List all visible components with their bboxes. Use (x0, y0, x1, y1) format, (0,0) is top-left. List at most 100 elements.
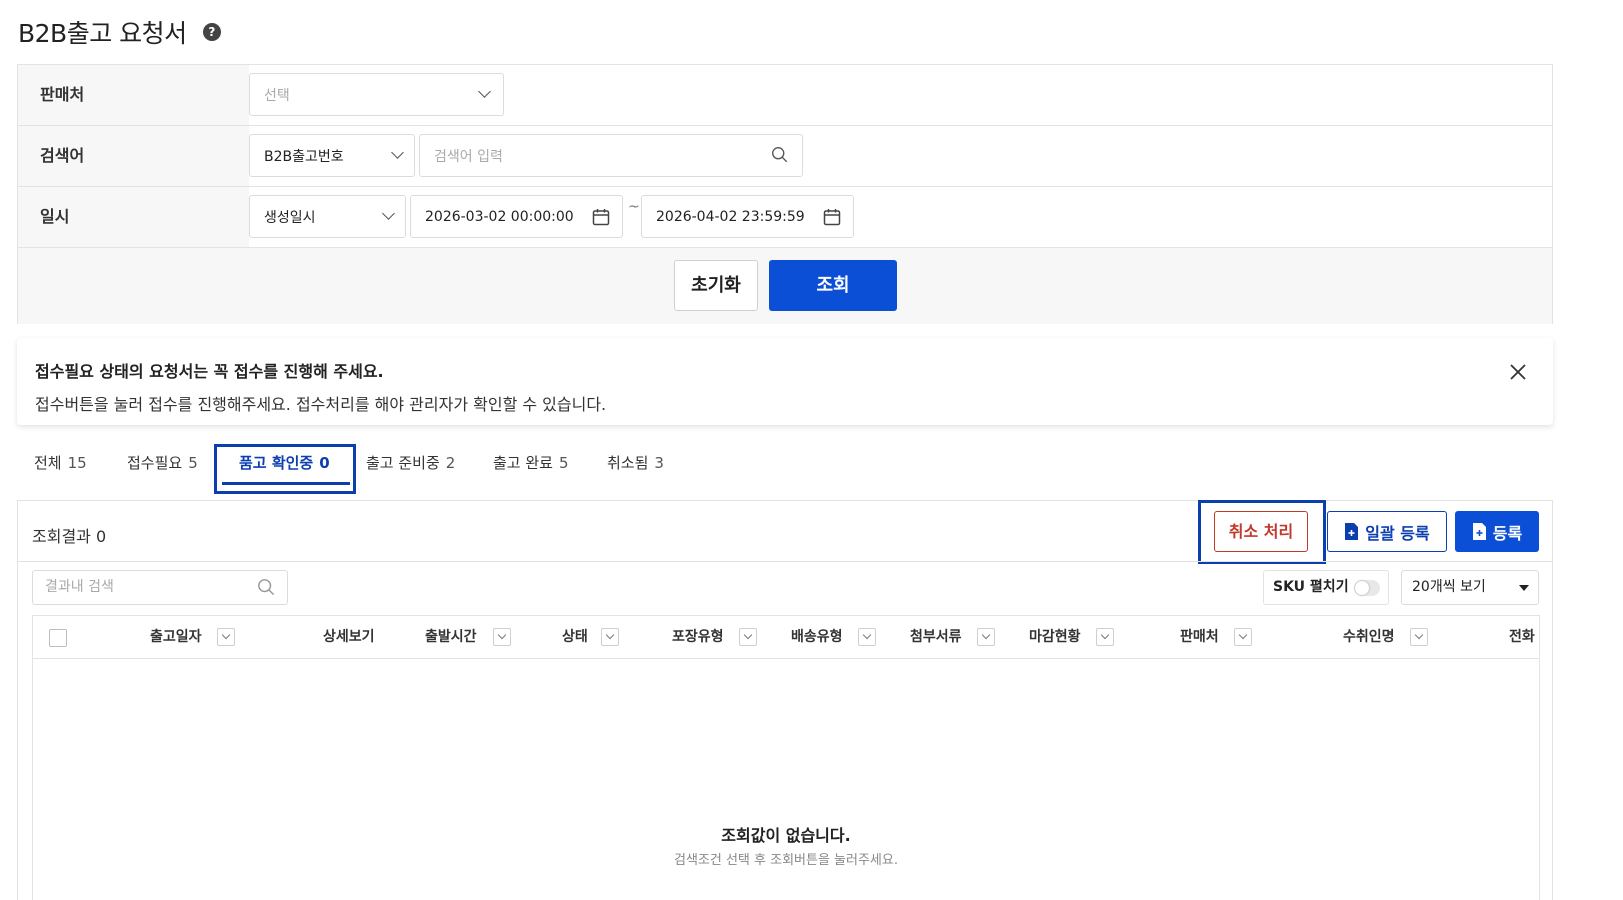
tab-count: 15 (67, 454, 87, 472)
toggle-knob (1355, 581, 1369, 595)
filter-actions: 초기화 조회 (18, 248, 1552, 324)
column-filter-icon[interactable] (217, 628, 235, 646)
tab-all[interactable]: 전체 15 (34, 444, 87, 484)
notice-banner: 접수필요 상태의 요청서는 꼭 접수를 진행해 주세요. 접수버튼을 눌러 접수… (17, 338, 1553, 425)
tab-preparing[interactable]: 출고 준비중 2 (366, 444, 455, 484)
toggle-switch[interactable] (1354, 580, 1380, 596)
tab-label: 출고 완료 (493, 454, 553, 472)
calendar-icon[interactable] (823, 208, 841, 226)
results-count: 조회결과 0 (32, 527, 107, 546)
sku-toggle-label: SKU 펼치기 (1273, 579, 1349, 595)
keyword-type-select[interactable]: B2B출고번호 (249, 134, 415, 177)
keyword-type-value: B2B출고번호 (264, 148, 344, 165)
column-header[interactable]: 배송유형 (791, 616, 843, 659)
column-header[interactable]: 포장유형 (672, 616, 724, 659)
search-button[interactable]: 조회 (769, 260, 897, 311)
select-all-checkbox[interactable] (49, 629, 67, 647)
chevron-down-icon (382, 207, 395, 220)
sku-expand-toggle[interactable]: SKU 펼치기 (1263, 570, 1389, 605)
column-header[interactable]: 판매처 (1180, 616, 1219, 659)
page-size-select[interactable]: 20개씩 보기 (1401, 570, 1539, 605)
column-filter-icon[interactable] (739, 628, 757, 646)
date-from-input[interactable]: 2026-03-02 00:00:00 (410, 195, 623, 238)
tab-active-underline (222, 482, 350, 485)
column-header[interactable]: 출고일자 (150, 616, 202, 659)
notice-body: 접수버튼을 눌러 접수를 진행해주세요. 접수처리를 해야 관리자가 확인할 수… (35, 395, 607, 414)
column-filter-icon[interactable] (601, 628, 619, 646)
filter-row-keyword: 검색어 B2B출고번호 검색어 입력 (18, 126, 1552, 187)
reset-button[interactable]: 초기화 (674, 260, 758, 311)
register-label: 등록 (1492, 523, 1523, 543)
register-button[interactable]: 등록 (1455, 511, 1539, 552)
document-add-icon (1472, 523, 1486, 540)
date-to-input[interactable]: 2026-04-02 23:59:59 (641, 195, 854, 238)
empty-state-title: 조회값이 없습니다. (721, 826, 851, 845)
column-header[interactable]: 상태 (562, 616, 588, 659)
tab-label: 품고 확인중 (239, 454, 314, 472)
seller-select[interactable]: 선택 (249, 73, 504, 116)
document-add-icon (1345, 523, 1359, 540)
datetime-label: 일시 (18, 187, 249, 247)
caret-down-icon (1519, 585, 1529, 591)
divider (18, 561, 1552, 562)
seller-select-value: 선택 (264, 87, 290, 104)
tab-label: 접수필요 (127, 454, 183, 472)
status-tabs: 전체 15 접수필요 5 품고 확인중 0 출고 준비중 2 출고 완료 5 취소됨 3 (17, 444, 717, 494)
tab-count: 0 (319, 454, 330, 472)
bulk-register-button[interactable]: 일괄 등록 (1327, 511, 1447, 552)
column-filter-icon[interactable] (1410, 628, 1428, 646)
page-size-value: 20개씩 보기 (1412, 579, 1486, 595)
tab-checking[interactable]: 품고 확인중 0 (239, 444, 330, 484)
help-icon[interactable]: ? (202, 23, 221, 41)
column-filter-icon[interactable] (493, 628, 511, 646)
search-icon[interactable] (257, 578, 275, 596)
column-header[interactable]: 출발시간 (425, 616, 477, 659)
column-filter-icon[interactable] (1234, 628, 1252, 646)
results-panel: 조회결과 0 취소 처리 일괄 등록 등록 결과내 검색 SKU 펼치기 20개… (17, 500, 1553, 900)
column-header[interactable]: 수취인명 (1343, 616, 1395, 659)
filter-row-seller: 판매처 선택 (18, 65, 1552, 126)
keyword-label: 검색어 (18, 126, 249, 186)
tab-count: 3 (654, 454, 664, 472)
column-filter-icon[interactable] (1096, 628, 1114, 646)
seller-label: 판매처 (18, 65, 249, 125)
column-header[interactable]: 상세보기 (323, 616, 375, 659)
page-title-text: B2B출고 요청서 (18, 19, 187, 48)
tab-cancelled[interactable]: 취소됨 3 (607, 444, 664, 484)
column-filter-icon[interactable] (858, 628, 876, 646)
tab-count: 2 (445, 454, 456, 472)
inner-search-input[interactable]: 결과내 검색 (32, 570, 288, 605)
datetime-type-select[interactable]: 생성일시 (249, 195, 406, 238)
empty-state-subtitle: 검색조건 선택 후 조회버튼을 눌러주세요. (674, 853, 898, 868)
chevron-down-icon (478, 85, 491, 98)
filter-panel: 판매처 선택 검색어 B2B출고번호 검색어 입력 일시 생성일시 2026-0… (17, 64, 1553, 324)
page-title: B2B출고 요청서 ? (18, 14, 221, 50)
tab-count: 5 (188, 454, 198, 472)
calendar-icon[interactable] (592, 208, 610, 226)
tab-label: 전체 (34, 454, 62, 472)
tab-label: 출고 준비중 (366, 454, 440, 472)
tab-shipped[interactable]: 출고 완료 5 (493, 444, 569, 484)
column-header[interactable]: 첨부서류 (910, 616, 962, 659)
tab-label: 취소됨 (607, 454, 649, 472)
keyword-input-placeholder: 검색어 입력 (434, 148, 503, 165)
inner-search-placeholder: 결과내 검색 (45, 579, 114, 595)
filter-row-datetime: 일시 생성일시 2026-03-02 00:00:00 ~ 2026-04-02… (18, 187, 1552, 248)
keyword-input[interactable]: 검색어 입력 (419, 134, 803, 177)
grid-header: 출고일자 상세보기 출발시간 상태 포장유형 배송유형 첨부서류 마감현황 판매… (33, 616, 1539, 659)
close-icon[interactable] (1509, 363, 1527, 381)
notice-title: 접수필요 상태의 요청서는 꼭 접수를 진행해 주세요. (35, 362, 384, 381)
results-grid: 출고일자 상세보기 출발시간 상태 포장유형 배송유형 첨부서류 마감현황 판매… (32, 615, 1540, 900)
date-range-separator: ~ (628, 199, 640, 215)
search-icon[interactable] (771, 146, 788, 163)
bulk-register-label: 일괄 등록 (1365, 523, 1430, 543)
column-filter-icon[interactable] (977, 628, 995, 646)
column-header[interactable]: 마감현황 (1029, 616, 1081, 659)
chevron-down-icon (391, 146, 404, 159)
datetime-type-value: 생성일시 (264, 209, 316, 226)
column-header[interactable]: 전화 (1509, 616, 1535, 659)
tab-needs-receipt[interactable]: 접수필요 5 (127, 444, 198, 484)
cancel-process-button[interactable]: 취소 처리 (1214, 511, 1308, 552)
date-from-value: 2026-03-02 00:00:00 (425, 208, 574, 225)
date-to-value: 2026-04-02 23:59:59 (656, 208, 805, 225)
